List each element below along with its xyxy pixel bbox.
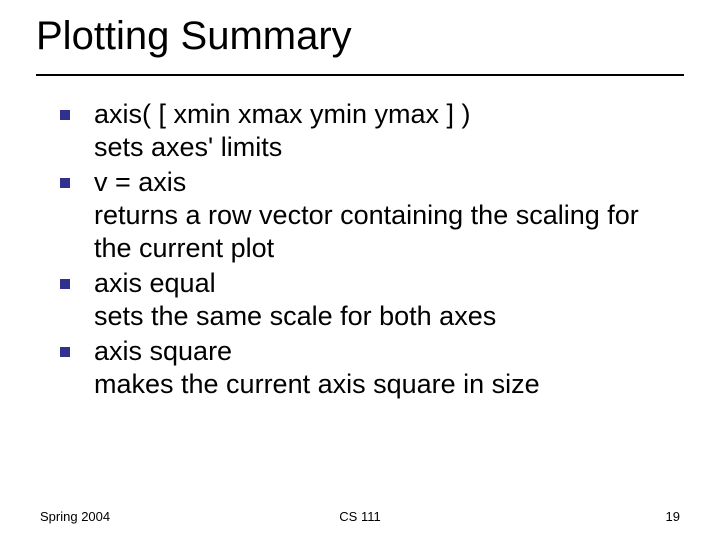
footer-center: CS 111 xyxy=(0,509,720,524)
square-bullet-icon xyxy=(60,110,70,120)
square-bullet-icon xyxy=(60,347,70,357)
list-item: axis( [ xmin xmax ymin ymax ] ) sets axe… xyxy=(60,98,670,164)
slide-body: axis( [ xmin xmax ymin ymax ] ) sets axe… xyxy=(60,98,670,402)
list-item: v = axis returns a row vector containing… xyxy=(60,166,670,265)
bullet-lead: axis( [ xmin xmax ymin ymax ] ) xyxy=(94,99,471,129)
slide: Plotting Summary axis( [ xmin xmax ymin … xyxy=(0,0,720,540)
bullet-desc: sets the same scale for both axes xyxy=(94,301,496,331)
bullet-desc: sets axes' limits xyxy=(94,132,282,162)
square-bullet-icon xyxy=(60,178,70,188)
slide-title: Plotting Summary xyxy=(36,14,352,59)
bullet-lead: v = axis xyxy=(94,167,186,197)
footer-page-number: 19 xyxy=(666,509,680,524)
bullet-desc: makes the current axis square in size xyxy=(94,369,540,399)
bullet-lead: axis equal xyxy=(94,268,216,298)
list-item: axis equal sets the same scale for both … xyxy=(60,267,670,333)
bullet-desc: returns a row vector containing the scal… xyxy=(94,200,639,263)
list-item: axis square makes the current axis squar… xyxy=(60,335,670,401)
bullet-lead: axis square xyxy=(94,336,232,366)
title-underline xyxy=(36,74,684,76)
square-bullet-icon xyxy=(60,279,70,289)
slide-footer: Spring 2004 CS 111 19 xyxy=(0,504,720,524)
